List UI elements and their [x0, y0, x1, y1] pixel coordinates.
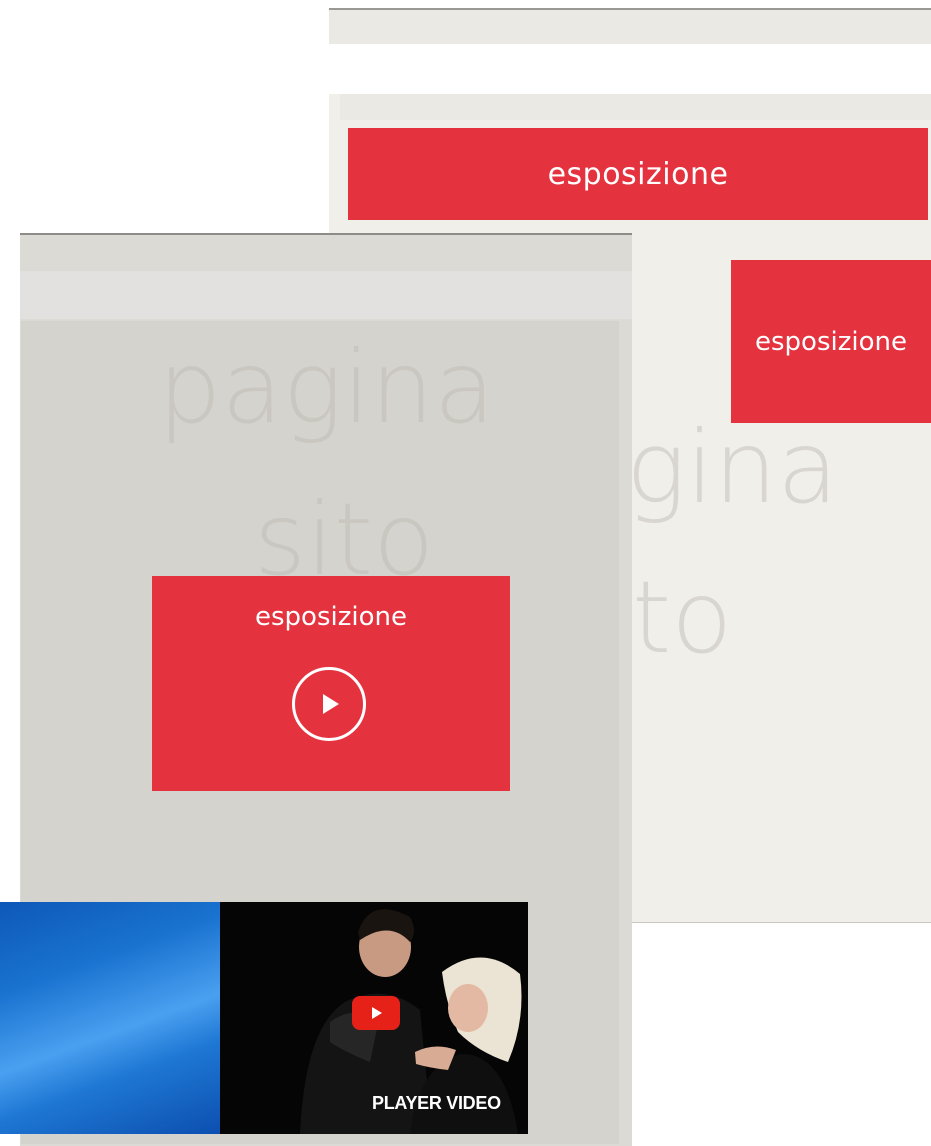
- play-circle-icon[interactable]: [292, 667, 366, 741]
- back-ghost-text: gina: [626, 409, 839, 526]
- back-subheader-strip: [340, 94, 931, 120]
- back-spacer: [329, 44, 931, 94]
- esposizione-video-card[interactable]: esposizione: [152, 576, 510, 791]
- front-header-strip: [20, 271, 632, 319]
- video-thumbnail-blue[interactable]: [0, 902, 220, 1134]
- front-ghost-text: sito: [254, 481, 435, 598]
- front-ghost-text: pagina: [158, 329, 496, 446]
- esposizione-banner-label: esposizione: [547, 156, 729, 192]
- esposizione-card-label: esposizione: [255, 602, 407, 632]
- youtube-triangle-icon: [372, 1007, 382, 1019]
- back-header-strip: [329, 10, 931, 44]
- back-ghost-text: to: [632, 559, 733, 676]
- youtube-play-icon[interactable]: [352, 996, 400, 1030]
- play-triangle-icon: [323, 694, 339, 714]
- esposizione-tile-label: esposizione: [755, 326, 907, 357]
- player-video-label: PLAYER VIDEO: [372, 1093, 501, 1113]
- esposizione-tile[interactable]: esposizione: [731, 260, 931, 423]
- esposizione-banner[interactable]: esposizione: [348, 128, 928, 220]
